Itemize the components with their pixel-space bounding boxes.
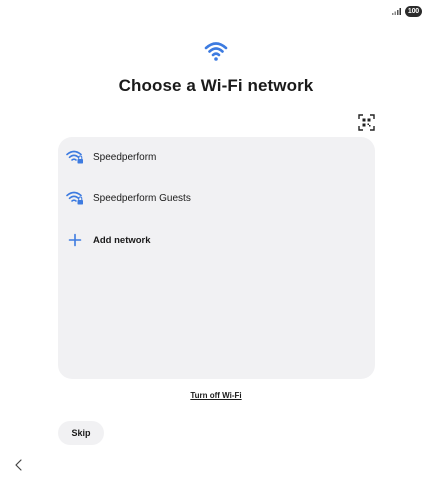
skip-button[interactable]: Skip: [58, 421, 104, 445]
wifi-setup-screen: 100 Choose a Wi-Fi network Speedperform …: [0, 0, 432, 479]
network-list: Speedperform Speedperform Guests Add net…: [58, 137, 375, 379]
wifi-locked-icon: [66, 191, 83, 205]
plus-icon: [68, 233, 82, 247]
turn-off-wifi-link[interactable]: Turn off Wi-Fi: [0, 391, 432, 400]
network-item-speedperform[interactable]: Speedperform: [58, 139, 375, 175]
qr-scan-button[interactable]: [358, 114, 375, 131]
page-title: Choose a Wi-Fi network: [118, 76, 314, 95]
back-button[interactable]: [12, 458, 26, 472]
network-name: Speedperform Guests: [93, 192, 191, 204]
add-network-button[interactable]: Add network: [58, 222, 375, 258]
network-item-speedperform-guests[interactable]: Speedperform Guests: [58, 180, 375, 216]
chevron-left-icon: [15, 459, 22, 471]
add-network-label: Add network: [93, 234, 151, 246]
status-bar: 100: [391, 4, 422, 18]
qr-scan-icon: [358, 114, 375, 131]
signal-bars-icon: [391, 8, 401, 15]
wifi-locked-icon: [66, 150, 83, 164]
network-name: Speedperform: [93, 151, 157, 163]
wifi-icon: [204, 42, 228, 61]
battery-indicator: 100: [404, 5, 422, 17]
